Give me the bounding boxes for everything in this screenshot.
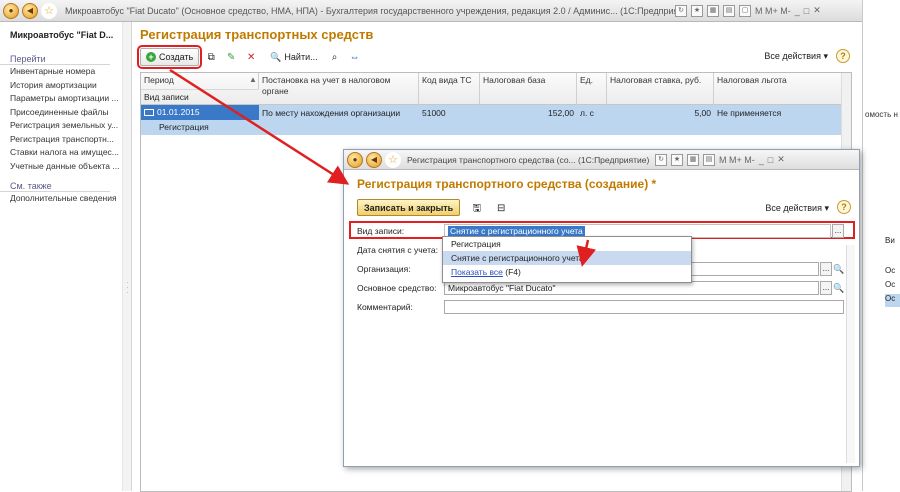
arrow-to-option — [576, 239, 597, 267]
annotation-arrows — [169, 68, 597, 267]
arrow-to-dialog — [169, 68, 350, 185]
